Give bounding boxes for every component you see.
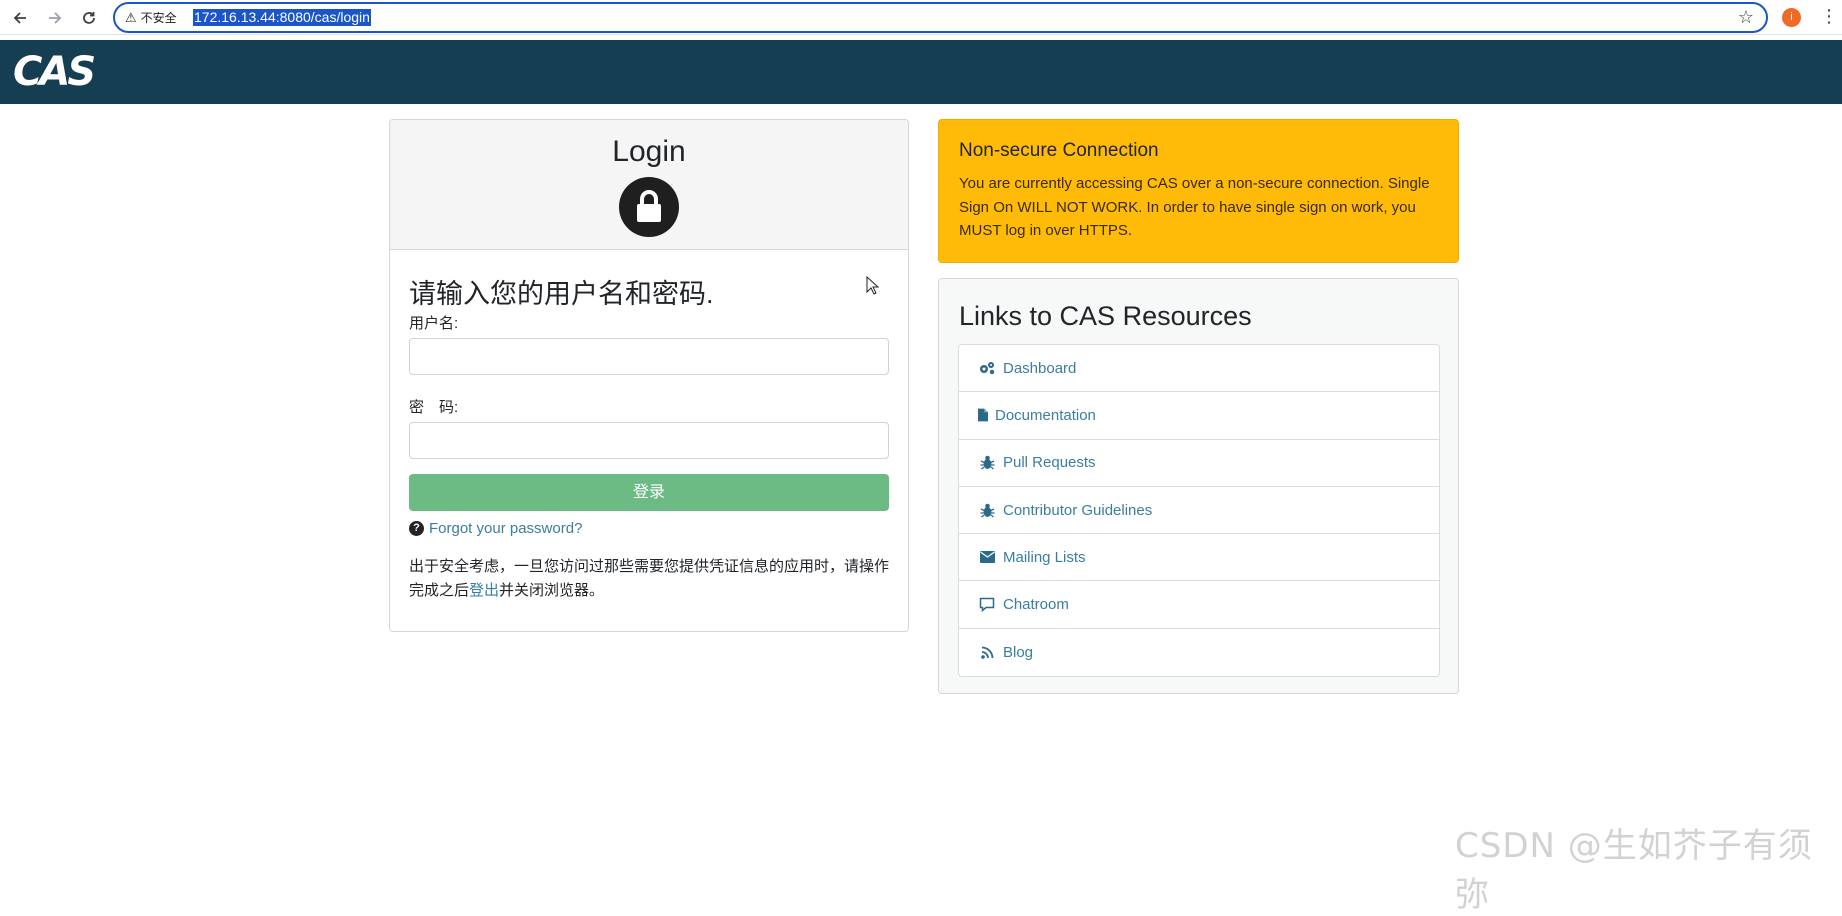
security-indicator[interactable]: ⚠ 不安全 — [125, 9, 177, 26]
forgot-password: ? Forgot your password? — [409, 520, 582, 537]
resource-label[interactable]: Chatroom — [1003, 596, 1069, 613]
resource-link-blog[interactable]: Blog — [959, 629, 1439, 676]
mouse-cursor-icon — [866, 275, 880, 300]
resource-label[interactable]: Blog — [1003, 644, 1033, 661]
login-card: Login 请输入您的用户名和密码. 用户名: 密 码: 登录 ? Forgot… — [389, 119, 909, 632]
resource-link-pull-requests[interactable]: Pull Requests — [959, 440, 1439, 487]
arrow-left-icon — [13, 12, 26, 24]
notice-text-after: 并关闭浏览器。 — [499, 582, 605, 599]
username-label: 用户名: — [409, 315, 459, 332]
profile-avatar[interactable]: i — [1782, 8, 1801, 27]
resource-link-contributor-guidelines[interactable]: Contributor Guidelines — [959, 487, 1439, 535]
resource-link-chatroom[interactable]: Chatroom — [959, 581, 1439, 629]
gears-icon — [978, 361, 996, 375]
resource-label[interactable]: Documentation — [995, 407, 1096, 424]
login-card-header: Login — [390, 120, 908, 250]
cas-logo[interactable]: CAS — [13, 49, 96, 95]
resource-label[interactable]: Contributor Guidelines — [1003, 502, 1152, 519]
comment-icon — [978, 597, 996, 613]
bookmark-star-icon[interactable]: ☆ — [1738, 7, 1754, 28]
lock-icon — [619, 177, 679, 237]
resource-link-dashboard[interactable]: Dashboard — [959, 345, 1439, 393]
address-bar[interactable]: ⚠ 不安全 172.16.13.44:8080/cas/login ☆ — [113, 2, 1768, 33]
warning-text: You are currently accessing CAS over a n… — [959, 175, 1430, 239]
cas-header: CAS — [0, 40, 1842, 104]
login-prompt: 请输入您的用户名和密码. — [409, 279, 714, 309]
question-circle-icon: ? — [409, 521, 424, 536]
warning-triangle-icon: ⚠ — [125, 9, 137, 25]
back-button[interactable] — [9, 7, 31, 29]
non-secure-warning: Non-secure Connection You are currently … — [938, 119, 1459, 263]
envelope-icon — [978, 551, 996, 564]
password-label: 密 码: — [409, 399, 459, 416]
resource-label[interactable]: Mailing Lists — [1003, 549, 1086, 566]
resource-link-mailing-lists[interactable]: Mailing Lists — [959, 534, 1439, 582]
url-text[interactable]: 172.16.13.44:8080/cas/login — [193, 9, 371, 26]
arrow-right-icon — [49, 12, 62, 24]
resources-card: Links to CAS Resources Dashboard Documen… — [938, 278, 1459, 694]
password-input[interactable] — [409, 422, 889, 459]
login-title: Login — [612, 135, 686, 168]
forward-button[interactable] — [44, 7, 66, 29]
warning-title: Non-secure Connection — [959, 140, 1159, 161]
resources-list: Dashboard Documentation Pull Requests Co… — [958, 344, 1440, 678]
login-button[interactable]: 登录 — [409, 474, 889, 511]
reload-icon — [83, 12, 95, 24]
security-label: 不安全 — [140, 11, 177, 25]
file-icon — [978, 408, 988, 422]
watermark: CSDN @生如芥子有须弥 — [1455, 826, 1813, 915]
resource-label[interactable]: Dashboard — [1003, 360, 1076, 377]
rss-icon — [978, 646, 996, 659]
security-notice: 出于安全考虑，一旦您访问过那些需要您提供凭证信息的应用时，请操作完成之后登出并关… — [409, 555, 894, 603]
resource-label[interactable]: Pull Requests — [1003, 454, 1096, 471]
username-input[interactable] — [409, 338, 889, 375]
resource-link-documentation[interactable]: Documentation — [959, 392, 1439, 440]
logout-link[interactable]: 登出 — [469, 582, 499, 599]
resources-title: Links to CAS Resources — [959, 301, 1252, 331]
browser-toolbar: ⚠ 不安全 172.16.13.44:8080/cas/login ☆ i ⋮ — [0, 0, 1842, 35]
bug-icon — [978, 503, 996, 518]
bug-icon — [978, 455, 996, 470]
browser-menu-icon[interactable]: ⋮ — [1820, 6, 1838, 27]
reload-button[interactable] — [78, 7, 100, 29]
forgot-password-link[interactable]: Forgot your password? — [429, 520, 582, 537]
